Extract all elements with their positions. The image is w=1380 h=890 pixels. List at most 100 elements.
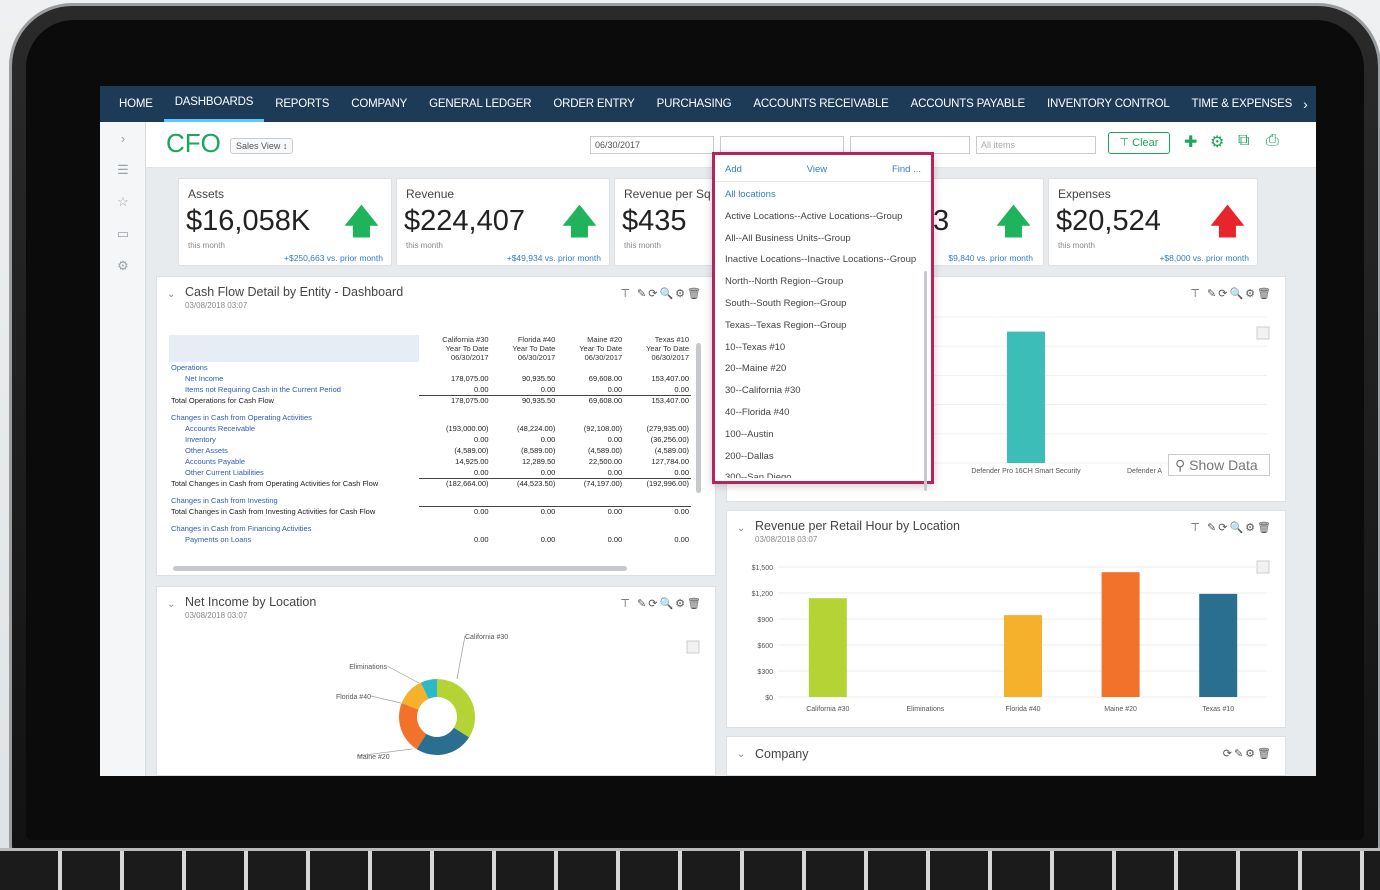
- kpi-card-expenses[interactable]: Expenses $20,524 this month +$8,000 vs. …: [1048, 178, 1258, 266]
- nav-more-chevron-icon[interactable]: ›: [1303, 96, 1314, 112]
- items-filter-select[interactable]: All items: [976, 136, 1096, 154]
- print-icon[interactable]: ⎙: [1266, 132, 1279, 150]
- dropdown-list: All locations Active Locations--Active Lo…: [715, 182, 931, 478]
- nav-dashboards[interactable]: DASHBOARDS: [163, 86, 265, 122]
- dropdown-option[interactable]: North--North Region--Group: [715, 271, 931, 293]
- dropdown-option[interactable]: 200--Dallas: [715, 446, 931, 468]
- nav-general-ledger[interactable]: GENERAL LEDGER: [418, 86, 542, 122]
- nav-purchasing[interactable]: PURCHASING: [646, 86, 743, 122]
- collapse-chevron-icon[interactable]: ⌄: [737, 749, 745, 760]
- collapse-chevron-icon[interactable]: ⌄: [167, 289, 175, 300]
- download-icon[interactable]: [1256, 326, 1270, 340]
- kpi-card-revenue[interactable]: Revenue $224,407 this month +$49,934 vs.…: [396, 178, 610, 266]
- bar[interactable]: [1007, 331, 1045, 463]
- dropdown-option[interactable]: 10--Texas #10: [715, 337, 931, 359]
- panel-tools-icons[interactable]: ⊤ ✎⟳🔍⚙🗑: [620, 597, 703, 610]
- dropdown-option[interactable]: 100--Austin: [715, 424, 931, 446]
- panel-tools-icons[interactable]: ⟳✎⚙🗑: [1223, 747, 1273, 760]
- cell-value: 0.00: [674, 467, 689, 477]
- row-label[interactable]: Other Assets: [169, 445, 419, 456]
- table-row: Items not Requiring Cash in the Current …: [169, 384, 691, 395]
- nav-accounts-receivable[interactable]: ACCOUNTS RECEIVABLE: [742, 86, 899, 122]
- cell-value: (8,589.00): [521, 446, 556, 455]
- dropdown-add-link[interactable]: Add: [725, 164, 742, 175]
- cell-value: 153,407.00: [651, 374, 689, 383]
- cell-value: 127,784.00: [651, 457, 689, 466]
- collapse-chevron-icon[interactable]: ⌄: [167, 599, 175, 610]
- kpi-card-partial[interactable]: 3 $9,840 vs. prior month 🡅: [930, 178, 1044, 266]
- cell-value: 0.00: [540, 535, 556, 544]
- list-icon[interactable]: ☰: [100, 154, 146, 186]
- cell-value: (92,108.00): [583, 424, 623, 433]
- cell-value: 0.00: [540, 384, 556, 394]
- nav-accounts-payable[interactable]: ACCOUNTS PAYABLE: [900, 86, 1036, 122]
- dropdown-option[interactable]: All locations: [715, 184, 931, 206]
- cell-value: 90,935.50: [490, 394, 558, 406]
- left-rail: › ☰ ☆ ▭ ⚙: [100, 122, 146, 776]
- show-data-button[interactable]: ⚲ Show Data: [1168, 454, 1270, 476]
- dropdown-option[interactable]: Texas--Texas Region--Group: [715, 315, 931, 337]
- vertical-scrollbar[interactable]: [696, 343, 701, 493]
- copy-icon[interactable]: ⧉: [1238, 132, 1249, 150]
- y-tick-label: $300: [757, 669, 773, 676]
- view-select[interactable]: Sales View ↕: [230, 138, 294, 154]
- kpi-value: $224,407: [404, 205, 525, 237]
- add-plus-icon[interactable]: ✚: [1184, 132, 1197, 152]
- star-icon[interactable]: ☆: [100, 186, 146, 218]
- bar[interactable]: [1101, 572, 1140, 697]
- table-row: Total Changes in Cash from Operating Act…: [169, 477, 691, 489]
- dropdown-option[interactable]: All--All Business Units--Group: [715, 228, 931, 250]
- y-tick-label: $0: [765, 695, 773, 702]
- dropdown-option[interactable]: 30--California #30: [715, 380, 931, 402]
- clear-filters-button[interactable]: ⊤ Clear: [1108, 132, 1170, 154]
- row-label[interactable]: Changes in Cash from Financing Activitie…: [169, 523, 419, 534]
- download-icon[interactable]: [686, 640, 700, 654]
- nav-time-expenses[interactable]: TIME & EXPENSES: [1181, 86, 1304, 122]
- date-field[interactable]: 06/30/2017: [590, 136, 714, 154]
- row-label[interactable]: Accounts Payable: [169, 456, 419, 467]
- dropdown-option[interactable]: Inactive Locations--Inactive Locations--…: [715, 249, 931, 271]
- row-label[interactable]: Changes in Cash from Operating Activitie…: [169, 412, 419, 423]
- cell-value: 0.00: [473, 384, 489, 394]
- nav-reports[interactable]: REPORTS: [264, 86, 340, 122]
- panel-title: Cash Flow Detail by Entity - Dashboard: [185, 285, 404, 299]
- nav-inventory-control[interactable]: INVENTORY CONTROL: [1036, 86, 1181, 122]
- settings-gear-icon[interactable]: ⚙: [100, 250, 146, 282]
- bar[interactable]: [1199, 593, 1238, 697]
- dropdown-option[interactable]: 300--San Diego: [715, 467, 931, 478]
- monitor-icon[interactable]: ▭: [100, 218, 146, 250]
- row-label[interactable]: Changes in Cash from Investing: [169, 495, 419, 506]
- kpi-label: Revenue: [406, 187, 455, 201]
- dropdown-option[interactable]: 40--Florida #40: [715, 402, 931, 424]
- kpi-label: Revenue per Sq: [624, 187, 711, 201]
- row-label[interactable]: Other Current Liabilities: [169, 467, 419, 478]
- dropdown-option[interactable]: South--South Region--Group: [715, 293, 931, 315]
- clear-label: Clear: [1132, 137, 1159, 149]
- settings-gear-icon[interactable]: ⚙: [1210, 132, 1224, 152]
- donut-slice[interactable]: [437, 679, 476, 738]
- cell-value: (74,197.00): [557, 477, 625, 489]
- nav-company[interactable]: COMPANY: [340, 86, 418, 122]
- row-label[interactable]: Items not Requiring Cash in the Current …: [169, 384, 419, 395]
- nav-order-entry[interactable]: ORDER ENTRY: [542, 86, 645, 122]
- row-label[interactable]: Net Income: [169, 373, 419, 384]
- expand-chevron-icon[interactable]: ›: [100, 122, 146, 154]
- dropdown-option[interactable]: Active Locations--Active Locations--Grou…: [715, 206, 931, 228]
- row-label[interactable]: Payments on Loans: [169, 534, 419, 545]
- dropdown-option[interactable]: 20--Maine #20: [715, 358, 931, 380]
- bar[interactable]: [808, 598, 847, 697]
- nav-home[interactable]: HOME: [108, 86, 164, 122]
- cash-flow-table: California #30 Year To Date 06/30/2017 Flo…: [169, 335, 691, 545]
- dropdown-scrollbar[interactable]: [924, 271, 927, 491]
- row-label[interactable]: Inventory: [169, 434, 419, 445]
- dropdown-find-link[interactable]: Find ...: [892, 164, 921, 175]
- bar[interactable]: [1004, 615, 1042, 697]
- horizontal-scrollbar[interactable]: [173, 566, 627, 571]
- row-label: Total Operations for Cash Flow: [171, 396, 274, 405]
- row-label[interactable]: Accounts Receivable: [169, 423, 419, 434]
- dropdown-view-link[interactable]: View: [807, 164, 827, 175]
- kpi-card-revenue-per-sq[interactable]: Revenue per Sq $435 this month: [614, 178, 726, 266]
- row-label[interactable]: Operations: [169, 362, 419, 373]
- panel-tools-icons[interactable]: ⊤ ✎⟳🔍⚙🗑: [620, 287, 703, 300]
- kpi-card-assets[interactable]: Assets $16,058K this month +$250,663 vs.…: [178, 178, 392, 266]
